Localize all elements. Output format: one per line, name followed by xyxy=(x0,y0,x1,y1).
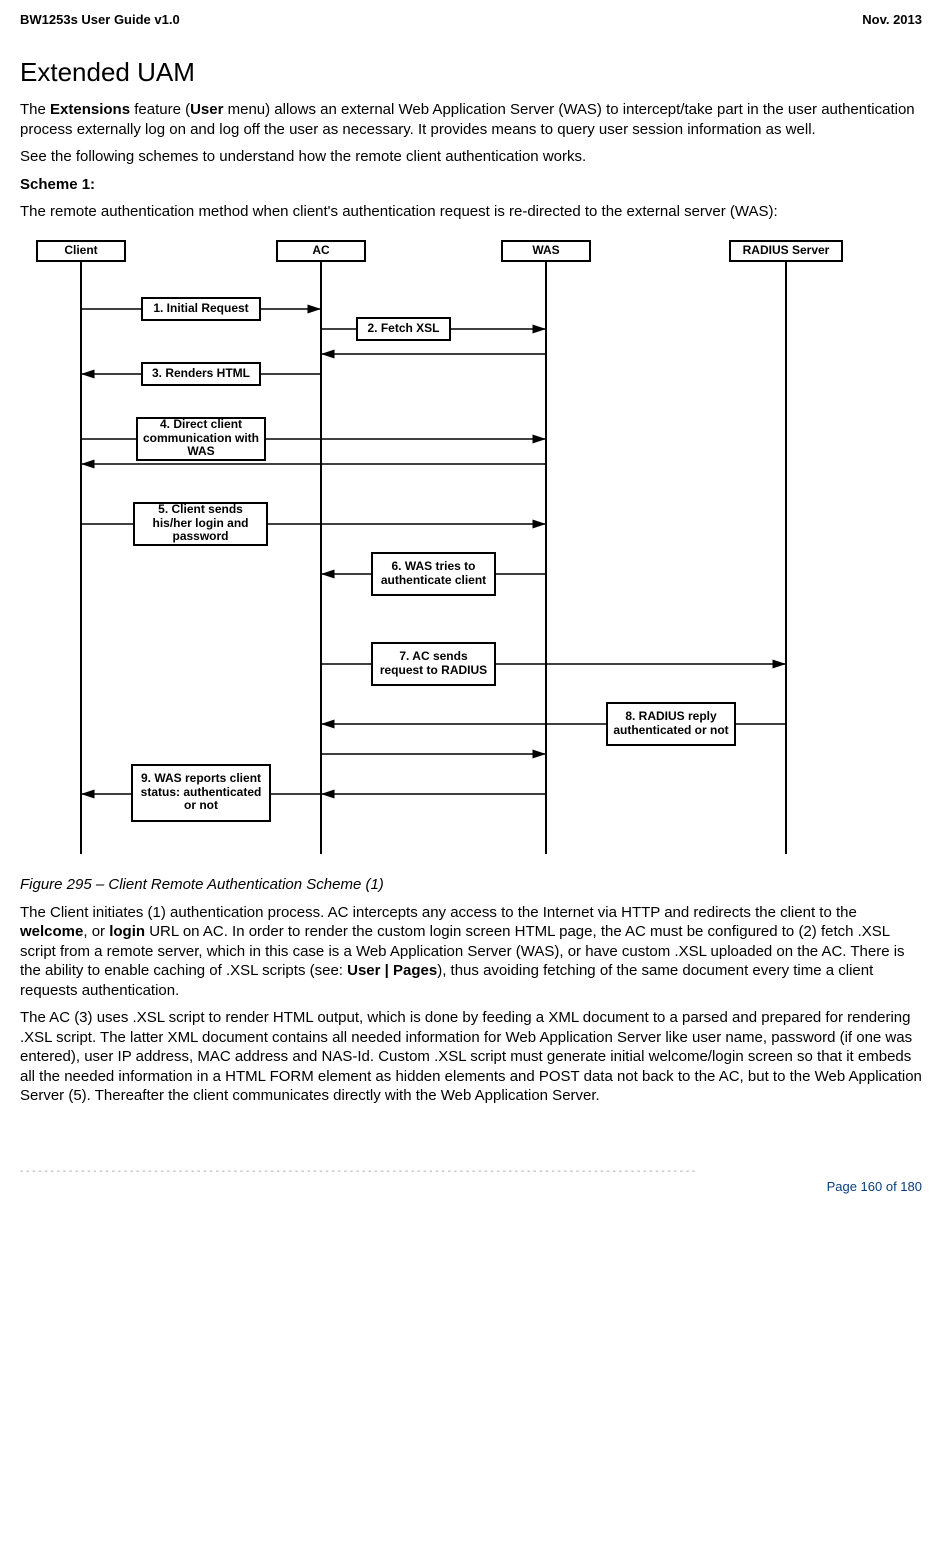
scheme-label: Scheme 1: xyxy=(20,175,922,195)
step-1-label: 1. Initial Request xyxy=(141,297,261,321)
doc-title-header: BW1253s User Guide v1.0 xyxy=(20,12,180,27)
section-heading: Extended UAM xyxy=(20,57,922,88)
lifeline-client: Client xyxy=(36,240,126,262)
paragraph: See the following schemes to understand … xyxy=(20,147,922,167)
page-number: Page 160 of 180 xyxy=(20,1179,922,1194)
step-8-label: 8. RADIUS reply authenticated or not xyxy=(606,702,736,746)
paragraph: The Client initiates (1) authentication … xyxy=(20,903,922,1001)
text-bold: User | Pages xyxy=(347,962,437,979)
step-9-label: 9. WAS reports client status: authentica… xyxy=(131,764,271,822)
text: feature ( xyxy=(130,101,190,118)
step-6-label: 6. WAS tries to authenticate client xyxy=(371,552,496,596)
paragraph: The remote authentication method when cl… xyxy=(20,202,922,222)
footer-separator: - - - - - - - - - - - - - - - - - - - - … xyxy=(20,1166,922,1177)
step-3-label: 3. Renders HTML xyxy=(141,362,261,386)
lifeline-ac: AC xyxy=(276,240,366,262)
text: The xyxy=(20,101,50,118)
lifeline-was: WAS xyxy=(501,240,591,262)
text-bold: login xyxy=(109,923,145,940)
doc-date-header: Nov. 2013 xyxy=(862,12,922,27)
text: The Client initiates (1) authentication … xyxy=(20,904,857,921)
step-4-label: 4. Direct client communication with WAS xyxy=(136,417,266,461)
paragraph: The AC (3) uses .XSL script to render HT… xyxy=(20,1008,922,1106)
intro-paragraph: The Extensions feature (User menu) allow… xyxy=(20,100,922,139)
page-header: BW1253s User Guide v1.0 Nov. 2013 xyxy=(20,12,922,27)
step-5-label: 5. Client sends his/her login and passwo… xyxy=(133,502,268,546)
step-2-label: 2. Fetch XSL xyxy=(356,317,451,341)
sequence-diagram: Client AC WAS RADIUS Server 1. Initial R… xyxy=(26,234,866,864)
text-bold: welcome xyxy=(20,923,83,940)
step-7-label: 7. AC sends request to RADIUS xyxy=(371,642,496,686)
figure-caption: Figure 295 – Client Remote Authenticatio… xyxy=(20,876,922,893)
text-bold: Extensions xyxy=(50,101,130,118)
lifeline-radius: RADIUS Server xyxy=(729,240,843,262)
text-bold: User xyxy=(190,101,223,118)
text: , or xyxy=(83,923,109,940)
